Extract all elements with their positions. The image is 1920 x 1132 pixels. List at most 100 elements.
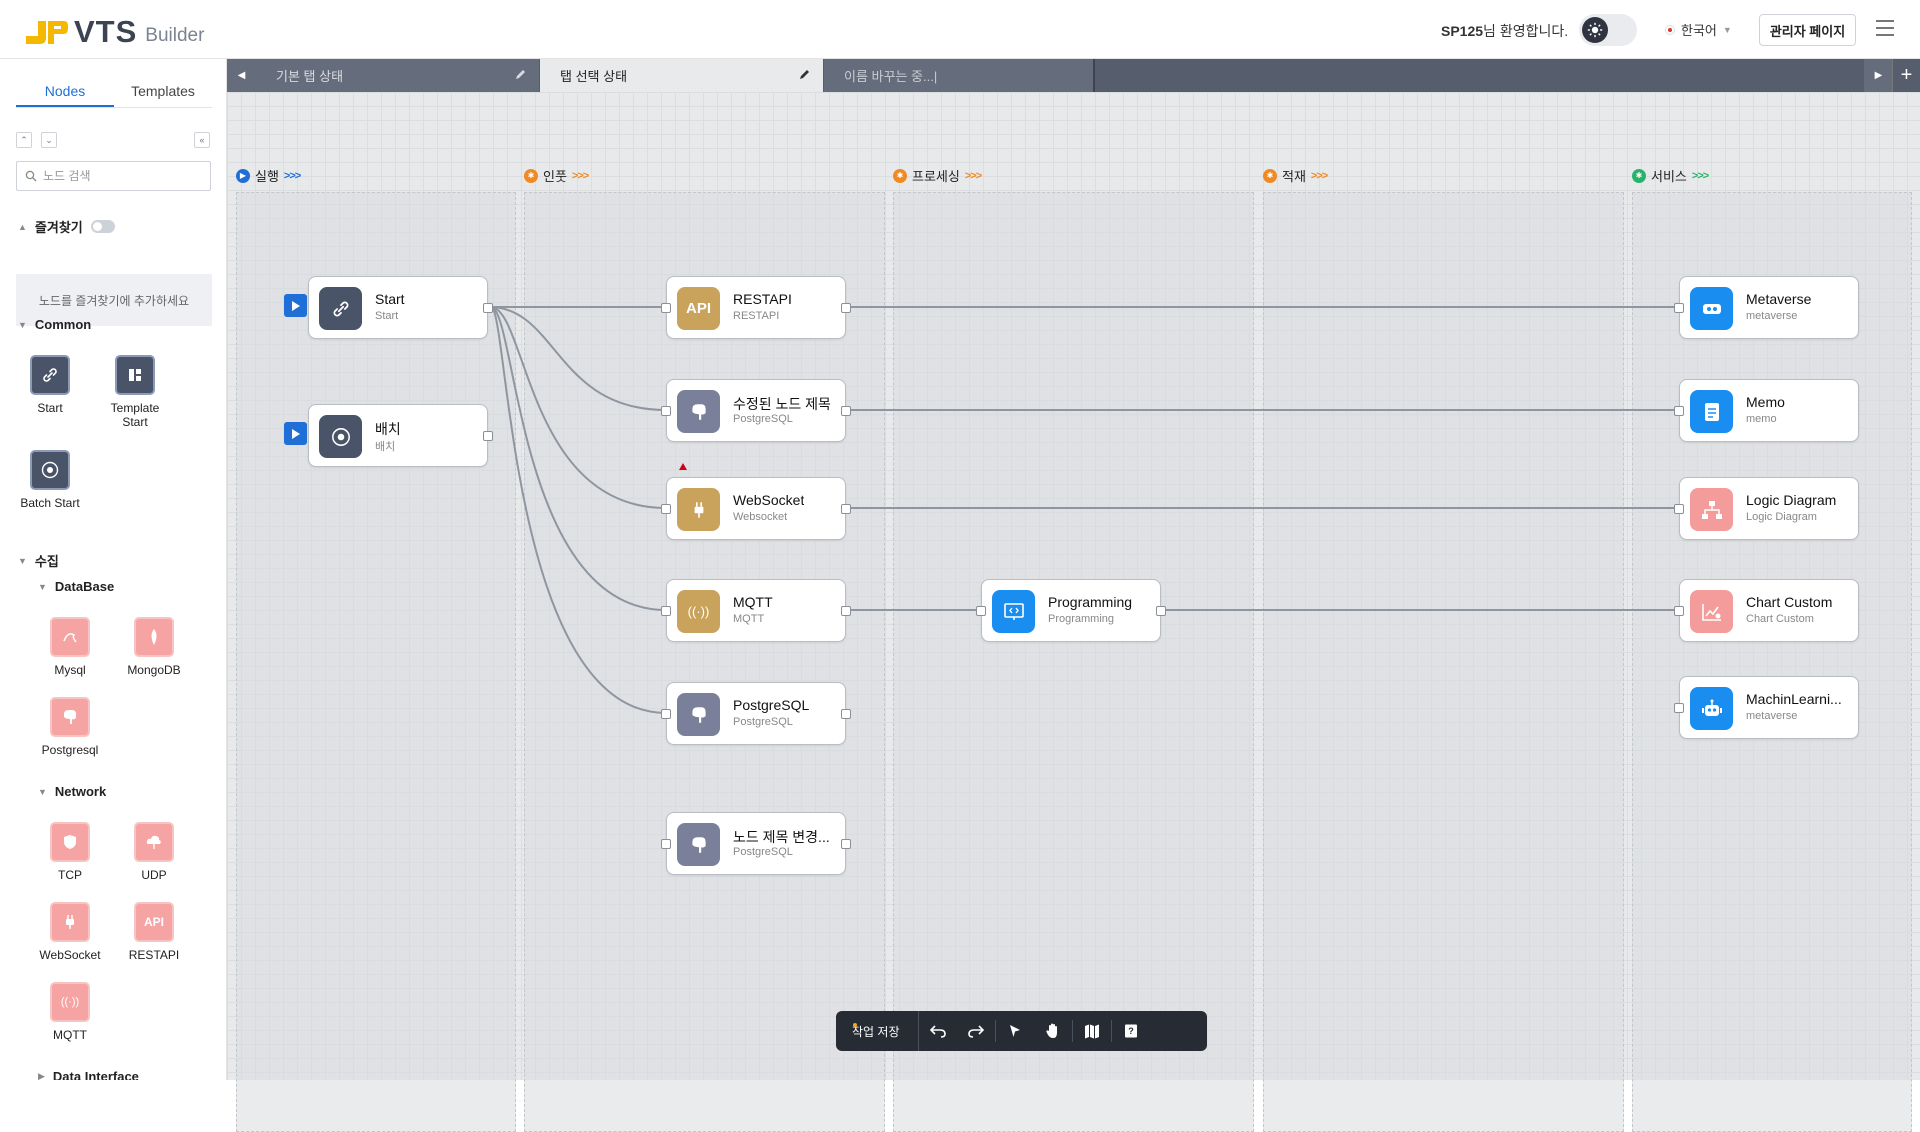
- welcome-text: SP125님 환영합니다.: [1441, 21, 1568, 41]
- palette-label: Template Start: [110, 401, 160, 429]
- node-title: Logic Diagram: [1746, 492, 1837, 508]
- link-icon: [30, 355, 70, 395]
- node-title: PostgreSQL: [733, 697, 810, 713]
- plug-icon: [677, 488, 720, 531]
- elephant-icon: [677, 390, 720, 433]
- node-title: Metaverse: [1746, 291, 1812, 307]
- node-websocket[interactable]: WebSocket Websocket: [661, 477, 851, 540]
- batch-gear-icon: [319, 415, 362, 458]
- flow-canvas[interactable]: ◀ 기본 탭 상태 탭 선택 상태 이름 바꾸는 중...| ▶ + ▶ 실행 …: [227, 59, 1920, 1132]
- palette-mqtt[interactable]: ((·)) MQTT: [32, 982, 108, 1042]
- palette-mongodb[interactable]: MongoDB: [116, 617, 192, 677]
- play-icon: [291, 300, 300, 311]
- palette-postgresql[interactable]: Postgresql: [32, 697, 108, 757]
- node-restapi[interactable]: API RESTAPI RESTAPI: [661, 276, 851, 339]
- input-port[interactable]: [661, 709, 671, 719]
- input-port[interactable]: [1674, 606, 1684, 616]
- palette-batch-start[interactable]: Batch Start: [12, 450, 88, 510]
- node-postgresql-edited[interactable]: 수정된 노드 제목 PostgreSQL: [661, 379, 851, 442]
- output-port[interactable]: [1156, 606, 1166, 616]
- search-icon: [25, 170, 37, 182]
- palette-websocket[interactable]: WebSocket: [32, 902, 108, 962]
- output-port[interactable]: [483, 303, 493, 313]
- common-section[interactable]: ▼ Common: [18, 317, 91, 332]
- edge-start-postgres: [490, 306, 667, 714]
- palette-label: Batch Start: [20, 496, 80, 510]
- redo-button[interactable]: [957, 1011, 995, 1051]
- favorites-toggle[interactable]: [90, 220, 115, 233]
- broadcast-icon: ((·)): [677, 590, 720, 633]
- korea-flag-icon: [1665, 24, 1675, 35]
- node-logic-diagram[interactable]: Logic Diagram Logic Diagram: [1674, 477, 1859, 540]
- input-port[interactable]: [661, 839, 671, 849]
- tab-nodes[interactable]: Nodes: [16, 81, 114, 107]
- input-port[interactable]: [1674, 504, 1684, 514]
- input-port[interactable]: [661, 504, 671, 514]
- palette-restapi[interactable]: API RESTAPI: [116, 902, 192, 962]
- tab-templates[interactable]: Templates: [114, 81, 212, 107]
- run-start-button[interactable]: [284, 294, 307, 317]
- output-port[interactable]: [483, 431, 493, 441]
- input-port[interactable]: [1674, 406, 1684, 416]
- palette-tcp[interactable]: TCP: [32, 822, 108, 882]
- input-port[interactable]: [1674, 303, 1684, 313]
- language-select[interactable]: 한국어 ▼: [1665, 20, 1732, 39]
- collapse-sidebar-button[interactable]: «: [194, 132, 210, 148]
- undo-button[interactable]: [919, 1011, 957, 1051]
- app-logo[interactable]: VTS Builder: [24, 14, 204, 50]
- collect-section[interactable]: ▼ 수집: [18, 551, 59, 570]
- template-icon: [115, 355, 155, 395]
- node-title: 배치: [375, 421, 401, 437]
- input-port[interactable]: [1674, 703, 1684, 713]
- node-chart-custom[interactable]: Chart Custom Chart Custom: [1674, 579, 1859, 642]
- vr-headset-icon: [1690, 287, 1733, 330]
- node-memo[interactable]: Memo memo: [1674, 379, 1859, 442]
- help-button[interactable]: ?: [1112, 1011, 1150, 1051]
- collapse-all-button[interactable]: ⌄: [41, 132, 57, 148]
- palette-start[interactable]: Start: [12, 355, 88, 415]
- output-port[interactable]: [841, 406, 851, 416]
- node-metaverse[interactable]: Metaverse metaverse: [1674, 276, 1859, 339]
- palette-mysql[interactable]: Mysql: [32, 617, 108, 677]
- memo-icon: [1690, 390, 1733, 433]
- node-subtitle: PostgreSQL: [733, 413, 793, 425]
- input-port[interactable]: [661, 303, 671, 313]
- data-interface-section[interactable]: ▶ Data Interface: [38, 1069, 139, 1080]
- input-port[interactable]: [976, 606, 986, 616]
- palette-template-start[interactable]: Template Start: [97, 355, 173, 429]
- output-port[interactable]: [841, 303, 851, 313]
- node-start[interactable]: Start Start: [308, 276, 493, 339]
- vts-logo-icon: [26, 21, 68, 44]
- search-input[interactable]: [43, 169, 193, 183]
- save-work-button[interactable]: 작업 저장: [836, 1011, 919, 1051]
- common-title: Common: [34, 317, 92, 332]
- theme-toggle[interactable]: [1579, 14, 1637, 46]
- node-programming[interactable]: Programming Programming: [976, 579, 1166, 642]
- hamburger-menu-icon[interactable]: [1876, 20, 1894, 36]
- output-port[interactable]: [841, 839, 851, 849]
- node-mqtt[interactable]: ((·)) MQTT MQTT: [661, 579, 851, 642]
- favorites-section[interactable]: ▲ 즐겨찾기: [18, 217, 115, 236]
- undo-icon: [929, 1025, 946, 1038]
- node-postgresql[interactable]: PostgreSQL PostgreSQL: [661, 682, 851, 745]
- network-section[interactable]: ▼ Network: [38, 784, 106, 799]
- data-interface-title: Data Interface: [52, 1069, 139, 1080]
- select-tool-button[interactable]: [996, 1011, 1034, 1051]
- input-port[interactable]: [661, 606, 671, 616]
- node-postgresql-renaming[interactable]: 노드 제목 변경... PostgreSQL: [661, 812, 851, 875]
- palette-udp[interactable]: UDP: [116, 822, 192, 882]
- node-subtitle: RESTAPI: [733, 310, 780, 322]
- pan-tool-button[interactable]: [1034, 1011, 1072, 1051]
- node-search[interactable]: [16, 161, 211, 191]
- output-port[interactable]: [841, 709, 851, 719]
- run-batch-button[interactable]: [284, 422, 307, 445]
- node-machine-learning[interactable]: MachinLearni... metaverse: [1674, 676, 1859, 739]
- input-port[interactable]: [661, 406, 671, 416]
- database-section[interactable]: ▼ DataBase: [38, 579, 114, 594]
- minimap-button[interactable]: [1073, 1011, 1111, 1051]
- output-port[interactable]: [841, 504, 851, 514]
- output-port[interactable]: [841, 606, 851, 616]
- admin-page-button[interactable]: 관리자 페이지: [1759, 14, 1856, 46]
- node-batch[interactable]: 배치 배치: [308, 404, 493, 467]
- expand-all-button[interactable]: ⌃: [16, 132, 32, 148]
